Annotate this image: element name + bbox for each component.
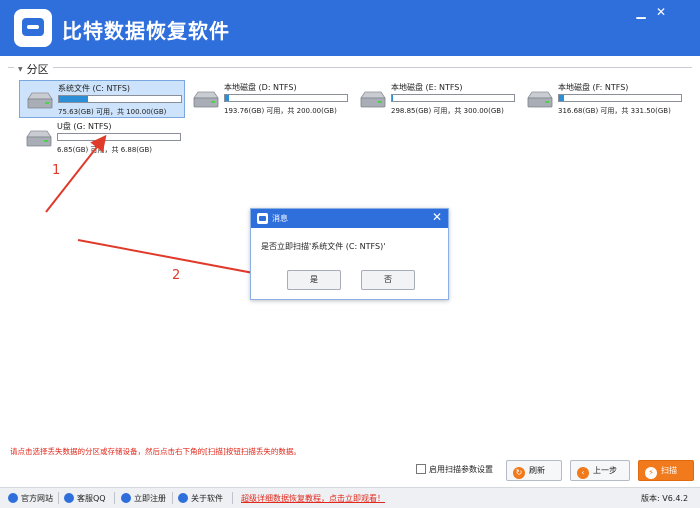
scan-icon: ⚡ bbox=[645, 467, 657, 479]
back-arrow-icon: ‹ bbox=[577, 467, 589, 479]
about-link[interactable]: 关于软件 bbox=[178, 493, 223, 504]
register-icon bbox=[121, 493, 131, 503]
dialog-yes-button[interactable]: 是 bbox=[287, 270, 341, 290]
website-icon bbox=[8, 493, 18, 503]
status-divider bbox=[114, 492, 115, 504]
footer-hint-text: 请点击选择丢失数据的分区或存储设备，然后点击右下角的[扫描]按钮扫描丢失的数据。 bbox=[10, 447, 301, 456]
dialog-message: 是否立即扫描'系统文件 (C: NTFS)' bbox=[261, 242, 386, 251]
dialog-header: 消息 ✕ bbox=[251, 209, 448, 228]
website-link[interactable]: 官方网站 bbox=[8, 493, 53, 504]
scan-button[interactable]: ⚡ 扫描 bbox=[638, 460, 694, 481]
prev-step-button[interactable]: ‹ 上一步 bbox=[570, 460, 630, 481]
qq-support-link[interactable]: 客服QQ bbox=[64, 493, 106, 504]
checkbox-box-icon[interactable] bbox=[416, 464, 426, 474]
dialog-close-icon[interactable]: ✕ bbox=[432, 210, 442, 224]
status-divider bbox=[58, 492, 59, 504]
dialog-title: 消息 bbox=[272, 214, 288, 223]
info-icon bbox=[178, 493, 188, 503]
qq-icon bbox=[64, 493, 74, 503]
refresh-button[interactable]: ↻ 刷新 bbox=[506, 460, 562, 481]
dialog-app-icon bbox=[257, 213, 268, 224]
status-divider bbox=[232, 492, 233, 504]
scan-params-checkbox[interactable]: 启用扫描参数设置 bbox=[416, 464, 493, 475]
status-divider bbox=[172, 492, 173, 504]
confirm-scan-dialog: 消息 ✕ 是否立即扫描'系统文件 (C: NTFS)' 是 否 bbox=[250, 208, 449, 300]
status-bar: 官方网站 客服QQ 立即注册 关于软件 超级详细数据恢复教程，点击立即观看！ 版… bbox=[0, 487, 700, 508]
annotation-step-2: 2 bbox=[172, 268, 181, 283]
dialog-no-button[interactable]: 否 bbox=[361, 270, 415, 290]
version-label: 版本: V6.4.2 bbox=[641, 494, 689, 503]
refresh-icon: ↻ bbox=[513, 467, 525, 479]
annotation-step-1: 1 bbox=[52, 163, 61, 178]
tutorial-promo-link[interactable]: 超级详细数据恢复教程，点击立即观看！ bbox=[241, 493, 385, 504]
register-link[interactable]: 立即注册 bbox=[121, 493, 166, 504]
